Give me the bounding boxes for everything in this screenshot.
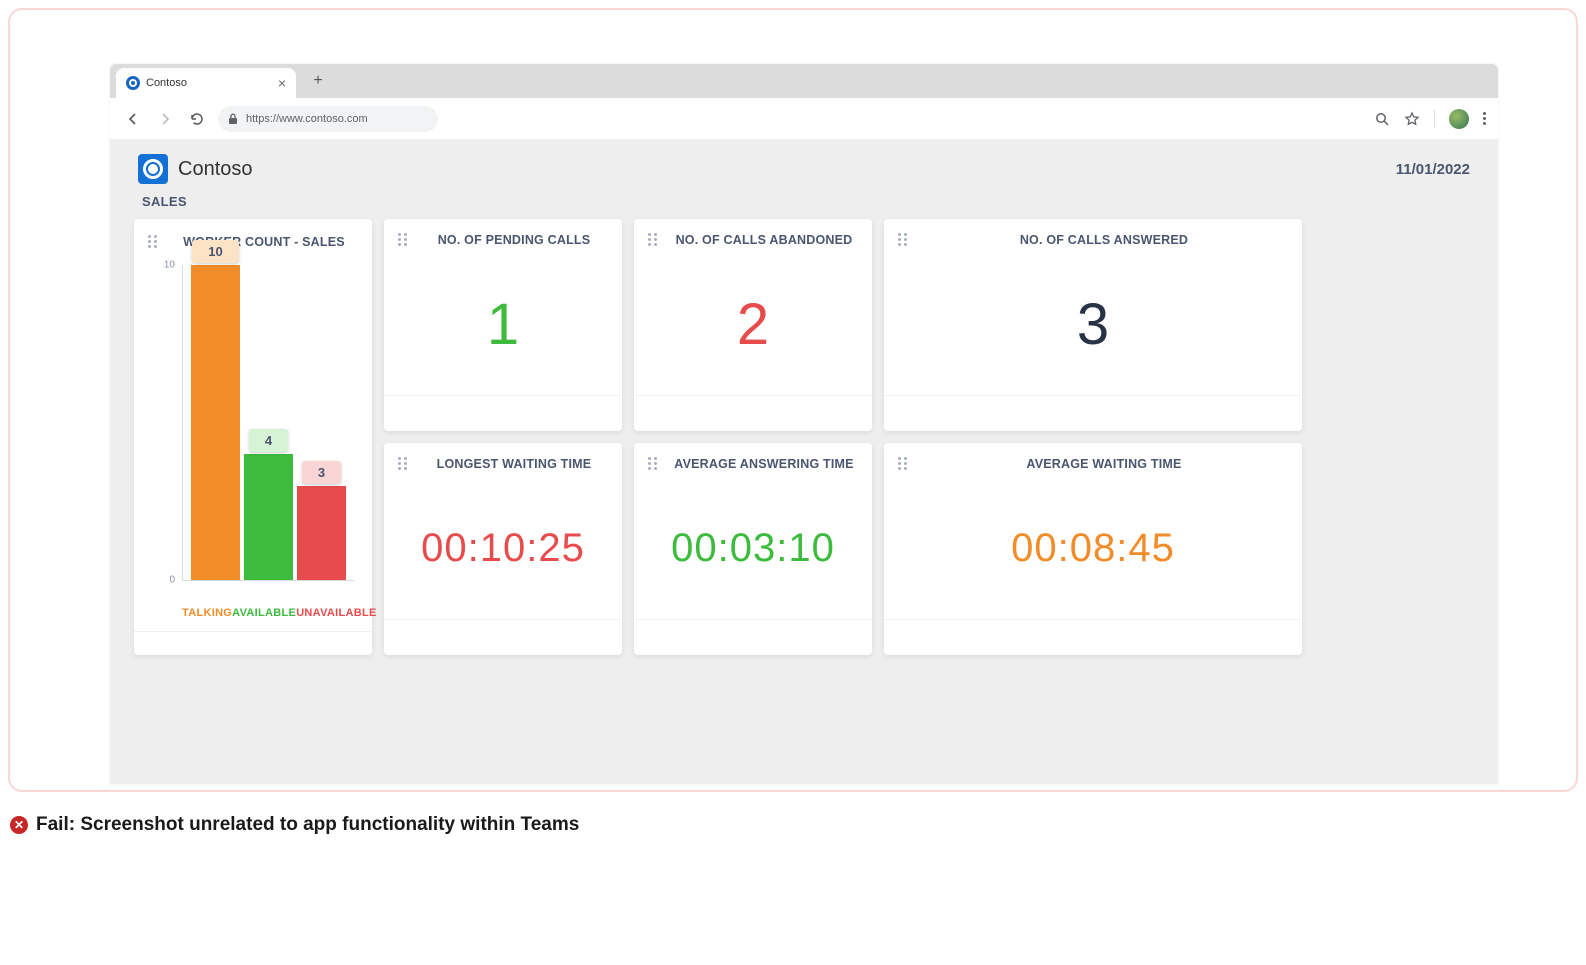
new-tab-button[interactable]: + <box>308 71 328 91</box>
card-footer <box>884 619 1302 655</box>
drag-handle-icon[interactable] <box>648 457 658 471</box>
close-tab-icon[interactable]: × <box>278 76 286 90</box>
card-footer <box>884 395 1302 431</box>
drag-handle-icon[interactable] <box>148 235 158 249</box>
metric-value: 3 <box>1077 291 1109 358</box>
toolbar-divider <box>1434 110 1435 128</box>
card-title: AVERAGE ANSWERING TIME <box>668 457 860 471</box>
card-footer <box>384 395 622 431</box>
bar-available: 4 <box>244 265 293 580</box>
card-abandoned-calls: NO. OF CALLS ABANDONED 2 <box>634 219 872 431</box>
back-button[interactable] <box>122 108 144 130</box>
address-bar: https://www.contoso.com <box>110 98 1498 140</box>
brand: Contoso <box>138 154 253 184</box>
bar-rect <box>244 454 293 580</box>
drag-handle-icon[interactable] <box>898 233 908 247</box>
report-date: 11/01/2022 <box>1396 161 1470 178</box>
drag-handle-icon[interactable] <box>648 233 658 247</box>
bar-rect <box>191 265 240 580</box>
validation-caption: ✕ Fail: Screenshot unrelated to app func… <box>10 814 579 836</box>
metric-value: 00:10:25 <box>421 526 585 571</box>
card-title: AVERAGE WAITING TIME <box>918 457 1290 471</box>
dashboard-grid: NO. OF PENDING CALLS 1 NO. OF CALLS ABAN… <box>134 219 1474 655</box>
drag-handle-icon[interactable] <box>398 233 408 247</box>
reload-button[interactable] <box>186 108 208 130</box>
legend-item: TALKING <box>182 607 232 619</box>
lock-icon <box>228 113 238 125</box>
card-answered-calls: NO. OF CALLS ANSWERED 3 <box>884 219 1302 431</box>
card-footer <box>634 619 872 655</box>
url-text: https://www.contoso.com <box>246 113 368 125</box>
profile-avatar[interactable] <box>1449 109 1469 129</box>
bar-unavailable: 3 <box>297 265 346 580</box>
legend-item: AVAILABLE <box>232 607 296 619</box>
favicon-icon <box>126 76 140 90</box>
card-title: NO. OF CALLS ANSWERED <box>918 233 1290 247</box>
bar-value-label: 4 <box>249 429 288 452</box>
card-footer <box>384 619 622 655</box>
app-canvas: Contoso 11/01/2022 SALES NO. OF PENDING … <box>110 140 1498 784</box>
star-icon[interactable] <box>1404 111 1420 127</box>
card-avg-wait: AVERAGE WAITING TIME 00:08:45 <box>884 443 1302 655</box>
tab-strip: Contoso × + <box>110 64 1498 98</box>
card-worker-count: WORKER COUNT - SALES 10 0 10 <box>134 219 372 655</box>
browser-menu-icon[interactable] <box>1483 112 1486 125</box>
brand-name: Contoso <box>178 158 253 181</box>
card-pending-calls: NO. OF PENDING CALLS 1 <box>384 219 622 431</box>
brand-logo-icon <box>138 154 168 184</box>
chart-area: 10 0 10 4 <box>134 255 372 631</box>
bar-rect <box>297 486 346 581</box>
legend-item: UNAVAILABLE <box>296 607 377 619</box>
browser-tab[interactable]: Contoso × <box>116 68 296 98</box>
y-tick: 0 <box>153 575 175 586</box>
tab-title: Contoso <box>146 77 187 89</box>
chart-legend: TALKING AVAILABLE UNAVAILABLE <box>152 581 354 631</box>
example-frame: Contoso × + https://www.contoso.com <box>8 8 1578 792</box>
metric-value: 00:03:10 <box>671 526 835 571</box>
fail-icon: ✕ <box>10 816 28 834</box>
chart-plot: 10 0 10 4 <box>182 265 354 581</box>
metric-value: 1 <box>487 291 519 358</box>
drag-handle-icon[interactable] <box>898 457 908 471</box>
bar-value-label: 10 <box>192 240 238 263</box>
bar-value-label: 3 <box>302 461 341 484</box>
app-header: Contoso 11/01/2022 <box>138 154 1470 184</box>
card-title: NO. OF PENDING CALLS <box>418 233 610 247</box>
card-footer <box>134 631 372 655</box>
section-label: SALES <box>142 194 1466 209</box>
drag-handle-icon[interactable] <box>398 457 408 471</box>
forward-button[interactable] <box>154 108 176 130</box>
search-icon[interactable] <box>1374 111 1390 127</box>
card-longest-wait: LONGEST WAITING TIME 00:10:25 <box>384 443 622 655</box>
card-footer <box>634 395 872 431</box>
browser-window: Contoso × + https://www.contoso.com <box>110 64 1498 784</box>
bar-talking: 10 <box>191 265 240 580</box>
card-avg-answer: AVERAGE ANSWERING TIME 00:03:10 <box>634 443 872 655</box>
metric-value: 00:08:45 <box>1011 526 1175 571</box>
omnibox[interactable]: https://www.contoso.com <box>218 106 438 132</box>
y-tick: 10 <box>153 260 175 271</box>
metric-value: 2 <box>737 291 769 358</box>
card-title: LONGEST WAITING TIME <box>418 457 610 471</box>
card-title: NO. OF CALLS ABANDONED <box>668 233 860 247</box>
caption-text: Fail: Screenshot unrelated to app functi… <box>36 814 579 836</box>
